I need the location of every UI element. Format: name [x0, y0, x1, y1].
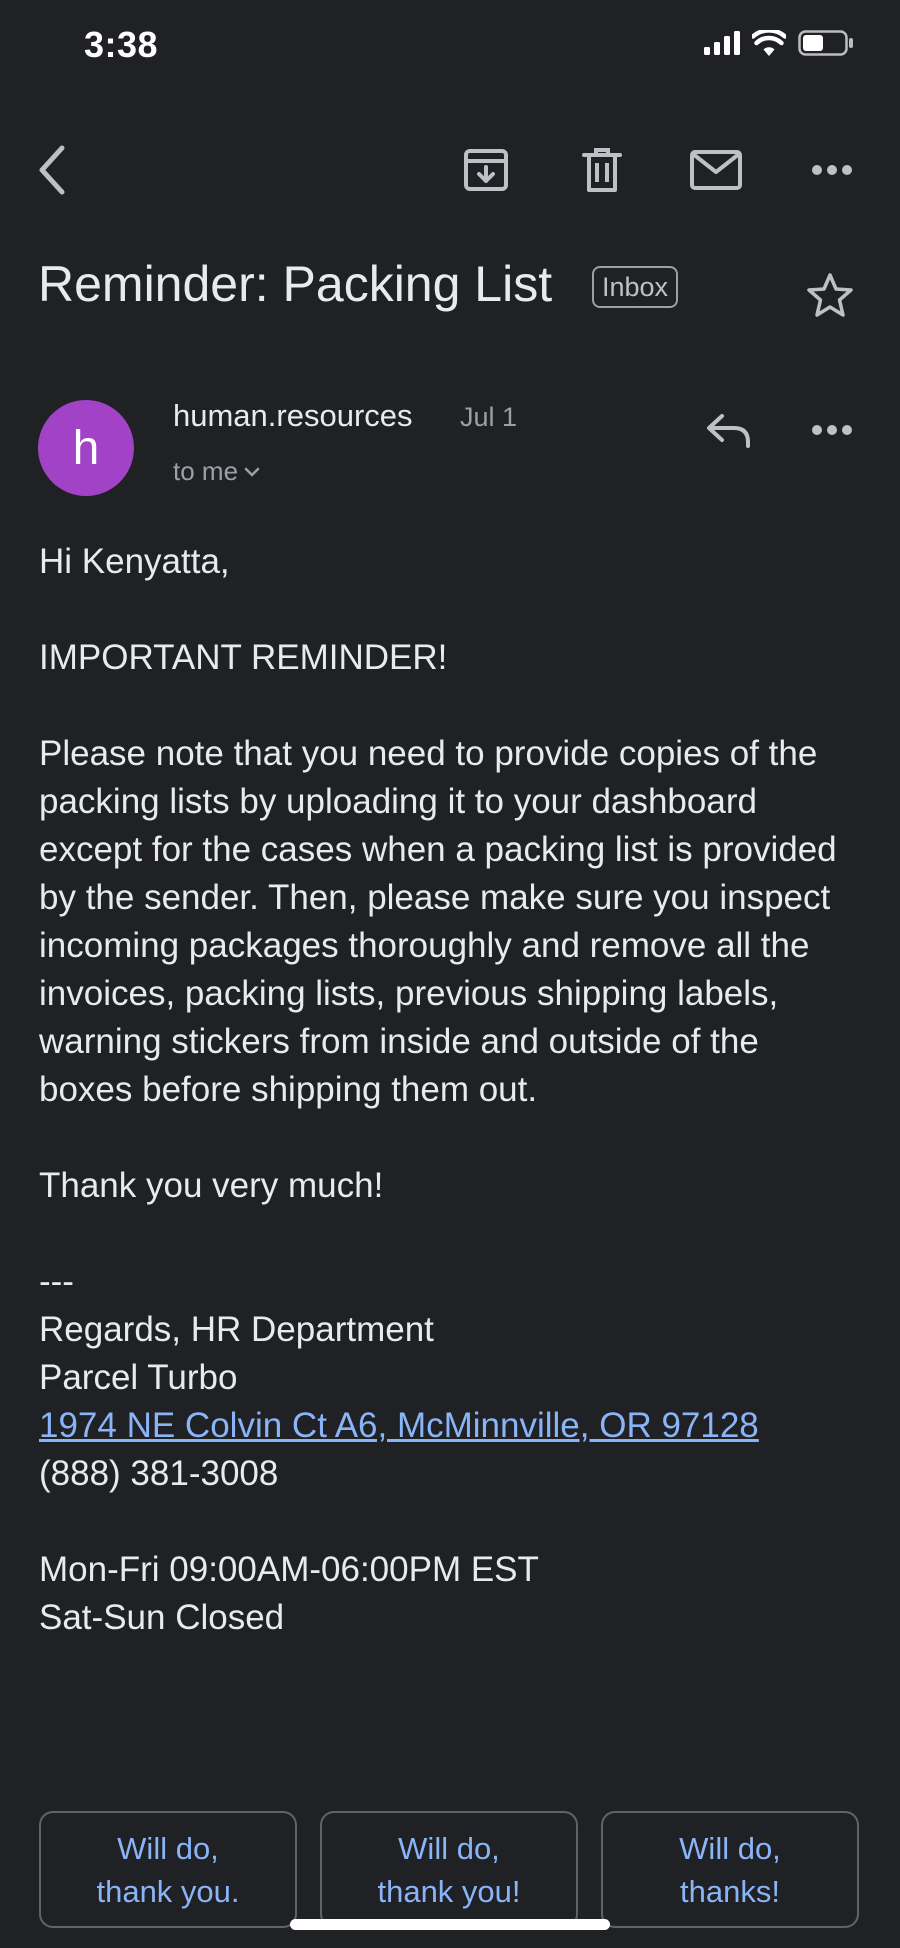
smart-reply-3[interactable]: Will do, thanks!: [601, 1811, 859, 1928]
email-subject: Reminder: Packing List: [38, 256, 553, 312]
delete-button[interactable]: [572, 140, 632, 200]
star-button[interactable]: [806, 272, 854, 323]
hours-weekday: Mon-Fri 09:00AM-06:00PM EST: [39, 1550, 539, 1589]
status-time: 3:38: [84, 24, 159, 65]
battery-icon: [798, 30, 853, 56]
mail-icon: [690, 150, 742, 190]
thanks-line: Thank you very much!: [39, 1166, 384, 1205]
headline: IMPORTANT REMINDER!: [39, 638, 448, 677]
body-paragraph: Please note that you need to provide cop…: [39, 734, 837, 1109]
more-horizontal-icon: [812, 165, 852, 175]
wifi-icon: [752, 30, 786, 56]
cellular-signal-icon: [704, 31, 740, 55]
reply-icon: [707, 414, 750, 448]
signature-separator: ---: [39, 1262, 74, 1301]
mark-unread-button[interactable]: [686, 140, 746, 200]
reply-button[interactable]: [698, 400, 758, 460]
archive-icon: [464, 149, 508, 191]
address-link[interactable]: 1974 NE Colvin Ct A6, McMinnville, OR 97…: [39, 1406, 759, 1445]
signature-company: Parcel Turbo: [39, 1358, 238, 1397]
status-icons: [704, 30, 854, 56]
archive-button[interactable]: [456, 140, 516, 200]
message-more-button[interactable]: [802, 400, 862, 460]
more-options-button[interactable]: [802, 140, 862, 200]
recipient-label: to me: [173, 456, 239, 486]
signature-regards: Regards, HR Department: [39, 1310, 434, 1349]
email-body: Hi Kenyatta, IMPORTANT REMINDER! Please …: [39, 538, 859, 1642]
greeting: Hi Kenyatta,: [39, 542, 230, 581]
trash-icon: [582, 148, 622, 192]
star-icon: [807, 273, 853, 317]
inbox-label-badge[interactable]: Inbox: [592, 266, 679, 308]
back-button[interactable]: [22, 140, 82, 200]
sender-avatar[interactable]: h: [38, 400, 134, 496]
hours-weekend: Sat-Sun Closed: [39, 1598, 285, 1637]
home-indicator: [290, 1919, 610, 1930]
sender-name: human.resources: [173, 398, 413, 433]
chevron-down-icon: [244, 467, 260, 477]
smart-reply-2[interactable]: Will do, thank you!: [320, 1811, 578, 1928]
chevron-left-icon: [39, 145, 65, 195]
recipient-details-toggle[interactable]: to me: [173, 456, 260, 487]
signature-phone: (888) 381-3008: [39, 1454, 279, 1493]
more-horizontal-icon: [812, 425, 852, 435]
email-date: Jul 1: [460, 402, 518, 432]
smart-reply-1[interactable]: Will do, thank you.: [39, 1811, 297, 1928]
avatar-letter: h: [72, 421, 100, 475]
